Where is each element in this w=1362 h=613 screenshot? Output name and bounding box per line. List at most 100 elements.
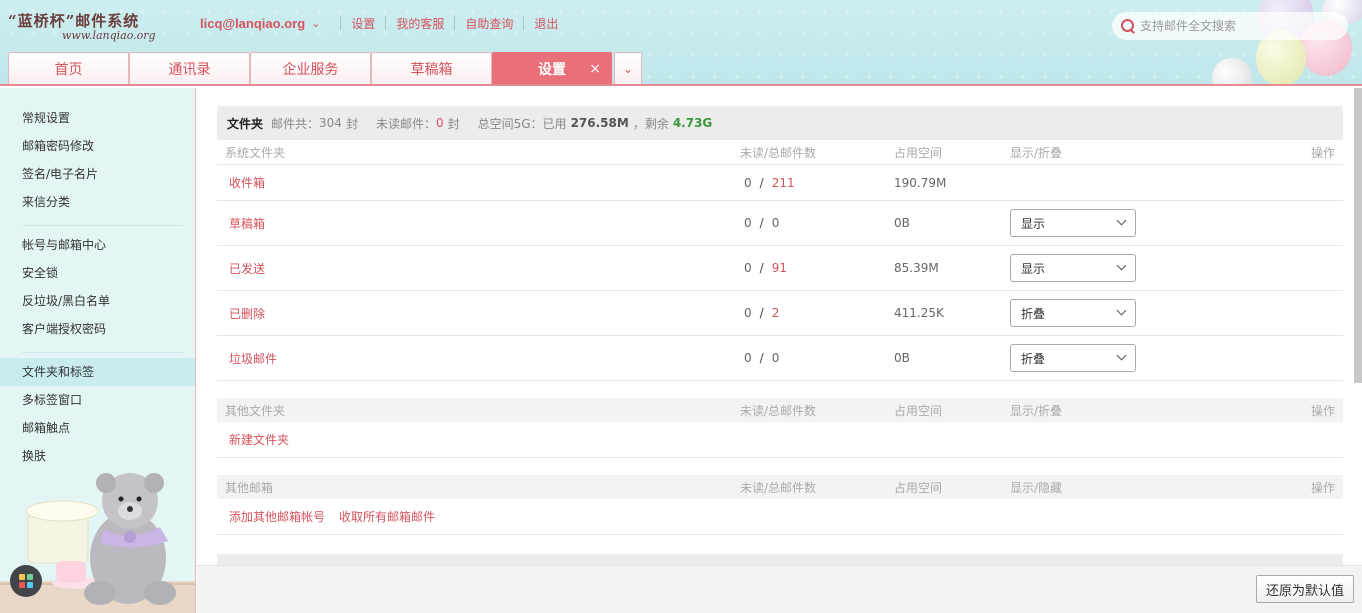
- settings-link[interactable]: 设置: [351, 15, 375, 32]
- chevron-down-icon: ⌄: [622, 61, 634, 76]
- display-select[interactable]: 折叠: [1010, 344, 1136, 372]
- total-label: 邮件共：: [271, 116, 320, 131]
- chevron-down-icon[interactable]: ⌄: [311, 17, 320, 30]
- table-row: 添加其他邮箱帐号 收取所有邮箱邮件: [217, 499, 1343, 535]
- add-mailbox-account-link[interactable]: 添加其他邮箱帐号: [229, 510, 325, 524]
- tab-bar: 首页 通讯录 企业服务 草稿箱 设置 × ⌄: [8, 52, 642, 84]
- bottom-action-bar: 还原为默认值: [197, 565, 1362, 613]
- close-icon[interactable]: ×: [589, 61, 601, 77]
- sidebar-item-security-lock[interactable]: 安全锁: [0, 259, 195, 287]
- logo-subtitle: www.lanqiao.org: [62, 29, 156, 42]
- table-row: 新建文件夹: [217, 422, 1343, 458]
- sidebar-item-password[interactable]: 邮箱密码修改: [0, 132, 195, 160]
- folder-size: 0B: [894, 216, 910, 230]
- header-op: 操作: [1310, 480, 1335, 495]
- other-folders-table: 其他文件夹 未读/总邮件数 占用空间 显示/折叠 操作 新建文件夹: [217, 398, 1343, 458]
- sidebar-item-signature[interactable]: 签名/电子名片: [0, 160, 195, 188]
- display-select[interactable]: 折叠: [1010, 299, 1136, 327]
- sidebar-item-touchpoint[interactable]: 邮箱触点: [0, 414, 195, 442]
- folder-count: 0/211: [744, 175, 795, 190]
- header-count: 未读/总邮件数: [740, 480, 817, 495]
- next-section-header: [217, 554, 1343, 565]
- folder-link-inbox[interactable]: 收件箱: [229, 174, 265, 191]
- tab-more-button[interactable]: ⌄: [614, 52, 642, 84]
- folder-count: 0/0: [744, 351, 780, 365]
- total-unit: 封: [345, 116, 358, 131]
- self-query-link[interactable]: 自助查询: [465, 15, 513, 32]
- restore-defaults-button[interactable]: 还原为默认值: [1256, 575, 1354, 603]
- table-row: 垃圾邮件 0/0 0B 折叠: [217, 336, 1343, 381]
- chevron-down-icon: [1116, 350, 1127, 361]
- space-remain: 4.73G: [672, 116, 713, 130]
- folder-link-spam[interactable]: 垃圾邮件: [229, 350, 277, 367]
- total-count: 304: [319, 116, 342, 130]
- sidebar-group-general: 常规设置 邮箱密码修改 签名/电子名片 来信分类: [0, 88, 195, 216]
- unread-count: 0: [435, 116, 444, 130]
- settings-sidebar: 常规设置 邮箱密码修改 签名/电子名片 来信分类 帐号与邮箱中心 安全锁 反垃圾…: [0, 88, 196, 613]
- folder-size: 411.25K: [894, 306, 944, 320]
- tab-contacts[interactable]: 通讯录: [129, 52, 250, 84]
- tab-enterprise[interactable]: 企业服务: [250, 52, 371, 84]
- sidebar-divider: [22, 352, 183, 353]
- unread-label: 未读邮件：: [375, 116, 436, 131]
- tab-home[interactable]: 首页: [8, 52, 129, 84]
- table-row: 收件箱 0/211 190.79M: [217, 165, 1343, 201]
- search-box: [1112, 12, 1348, 40]
- sidebar-item-antispam[interactable]: 反垃圾/黑白名单: [0, 287, 195, 315]
- header-name: 其他邮箱: [225, 480, 274, 495]
- table-header: 其他文件夹 未读/总邮件数 占用空间 显示/折叠 操作: [217, 398, 1343, 422]
- sidebar-divider: [22, 225, 183, 226]
- tab-settings[interactable]: 设置 ×: [492, 52, 612, 84]
- folder-link-deleted[interactable]: 已删除: [229, 305, 265, 322]
- divider: [340, 16, 342, 30]
- table-row: 草稿箱 0/0 0B 显示: [217, 201, 1343, 246]
- system-folders-table: 系统文件夹 未读/总邮件数 占用空间 显示/折叠 操作 收件箱 0/211 19…: [217, 140, 1343, 381]
- folder-count: 0/91: [744, 261, 787, 275]
- fetch-all-mailboxes-link[interactable]: 收取所有邮箱邮件: [339, 510, 435, 524]
- chevron-down-icon: [1116, 305, 1127, 316]
- table-header: 系统文件夹 未读/总邮件数 占用空间 显示/折叠 操作: [217, 140, 1343, 165]
- sidebar-group-account: 帐号与邮箱中心 安全锁 反垃圾/黑白名单 客户端授权密码: [0, 231, 195, 343]
- sidebar-item-multi-tab[interactable]: 多标签窗口: [0, 386, 195, 414]
- sidebar-item-folders-labels[interactable]: 文件夹和标签: [0, 358, 195, 386]
- folder-count: 0/2: [744, 306, 780, 320]
- header-size: 占用空间: [894, 145, 943, 160]
- user-account-link[interactable]: licq@lanqiao.org: [200, 16, 305, 31]
- header-display: 显示/折叠: [1010, 145, 1063, 160]
- logout-link[interactable]: 退出: [534, 15, 558, 32]
- scrollbar[interactable]: [1354, 88, 1362, 383]
- header-op: 操作: [1310, 145, 1335, 160]
- folder-size: 0B: [894, 351, 910, 365]
- logo-title: “蓝桥杯”邮件系统: [8, 12, 140, 30]
- unread-unit: 封: [447, 116, 460, 131]
- folder-link-sent[interactable]: 已发送: [229, 260, 265, 277]
- divider: [385, 16, 387, 30]
- folder-size: 85.39M: [894, 261, 939, 275]
- search-input[interactable]: [1140, 19, 1320, 33]
- tab-settings-label: 设置: [538, 61, 566, 78]
- summary-title: 文件夹: [227, 116, 264, 131]
- mailbox-summary: 文件夹 邮件共： 304 封 未读邮件： 0 封 总空间5G：已用 276.58…: [217, 106, 1343, 140]
- search-icon[interactable]: [1120, 18, 1136, 34]
- header-count: 未读/总邮件数: [740, 403, 817, 418]
- apps-icon[interactable]: [10, 565, 42, 597]
- divider: [523, 16, 525, 30]
- divider: [454, 16, 456, 30]
- sidebar-item-filters[interactable]: 来信分类: [0, 188, 195, 216]
- header-name: 其他文件夹: [225, 403, 286, 418]
- sidebar-item-account-center[interactable]: 帐号与邮箱中心: [0, 231, 195, 259]
- sidebar-item-general[interactable]: 常规设置: [0, 104, 195, 132]
- tab-drafts[interactable]: 草稿箱: [371, 52, 492, 84]
- table-row: 已删除 0/2 411.25K 折叠: [217, 291, 1343, 336]
- customer-service-link[interactable]: 我的客服: [396, 15, 444, 32]
- top-nav: licq@lanqiao.org ⌄ 设置 我的客服 自助查询 退出: [200, 14, 558, 32]
- logo[interactable]: “蓝桥杯”邮件系统 www.lanqiao.org: [8, 10, 178, 46]
- header-name: 系统文件夹: [225, 145, 286, 160]
- sidebar-item-client-auth[interactable]: 客户端授权密码: [0, 315, 195, 343]
- display-select[interactable]: 显示: [1010, 254, 1136, 282]
- space-remain-label: ，剩余: [632, 116, 669, 131]
- display-select[interactable]: 显示: [1010, 209, 1136, 237]
- folder-link-drafts[interactable]: 草稿箱: [229, 215, 265, 232]
- other-mailbox-actions: 添加其他邮箱帐号 收取所有邮箱邮件: [229, 508, 449, 525]
- new-folder-link[interactable]: 新建文件夹: [229, 431, 289, 448]
